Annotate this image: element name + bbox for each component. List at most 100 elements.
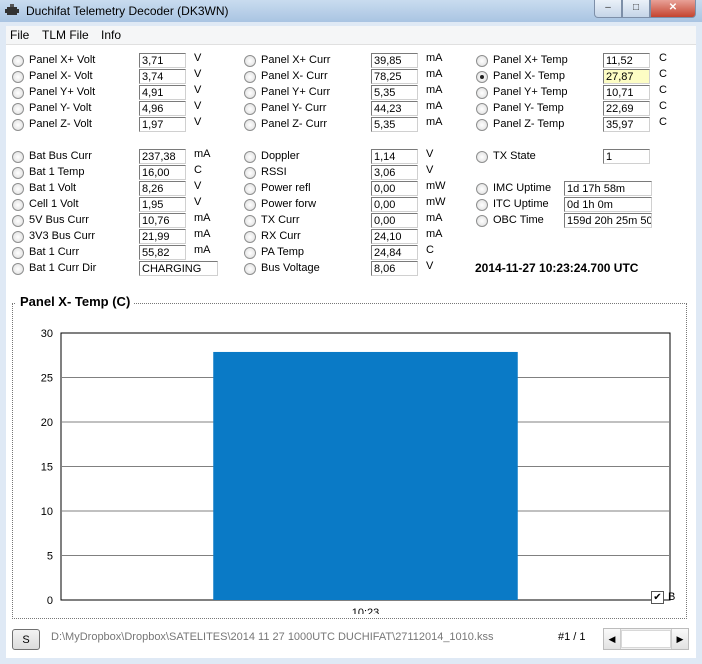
unit-panel-z-curr: mA: [426, 116, 443, 128]
label-obc-time: OBC Time: [493, 214, 544, 226]
bar-chart: 0 5 10 15 20 25 30 10:23: [41, 328, 671, 614]
radio-bat-bus-curr[interactable]: [12, 151, 24, 163]
radio-panel-y-curr[interactable]: [244, 103, 256, 115]
unit-bat-1-curr: mA: [194, 244, 211, 256]
value-tx-curr: 0,00: [371, 213, 418, 228]
value-panel-y-temp: 10,71: [603, 85, 650, 100]
value-panel-z-curr: 5,35: [371, 117, 418, 132]
radio-panel-x-temp[interactable]: [476, 71, 488, 83]
value-doppler: 1,14: [371, 149, 418, 164]
label-panel-y-temp: Panel Y+ Temp: [493, 86, 568, 98]
radio-panel-z-curr[interactable]: [244, 119, 256, 131]
label-doppler: Doppler: [261, 150, 300, 162]
radio-bus-voltage[interactable]: [244, 263, 256, 275]
value-bat-bus-curr: 237,38: [139, 149, 186, 164]
radio-panel-x-temp[interactable]: [476, 55, 488, 67]
radio-rssi[interactable]: [244, 167, 256, 179]
value-itc-uptime: 0d 1h 0m: [564, 197, 652, 212]
title-bar[interactable]: Duchifat Telemetry Decoder (DK3WN) – □ ✕: [0, 0, 702, 22]
radio-itc-uptime[interactable]: [476, 199, 488, 211]
minimize-button[interactable]: –: [594, 0, 622, 18]
radio-panel-x-volt[interactable]: [12, 55, 24, 67]
y-tick-label: 25: [41, 373, 53, 385]
radio-panel-x-volt[interactable]: [12, 71, 24, 83]
menu-tlm-file[interactable]: TLM File: [42, 28, 89, 42]
unit-3v3-bus-curr: mA: [194, 228, 211, 240]
value-power-forw: 0,00: [371, 197, 418, 212]
label-panel-x-volt: Panel X+ Volt: [29, 54, 96, 66]
unit-panel-x-volt: V: [194, 52, 202, 64]
value-bat-1-curr-dir: CHARGING: [139, 261, 218, 276]
unit-panel-x-temp: C: [659, 68, 667, 80]
label-rx-curr: RX Curr: [261, 230, 301, 242]
radio-panel-y-curr[interactable]: [244, 87, 256, 99]
unit-bat-bus-curr: mA: [194, 148, 211, 160]
radio-panel-x-curr[interactable]: [244, 71, 256, 83]
radio-tx-curr[interactable]: [244, 215, 256, 227]
unit-bus-voltage: V: [426, 260, 434, 272]
radio-panel-x-curr[interactable]: [244, 55, 256, 67]
radio-bat-1-volt[interactable]: [12, 183, 24, 195]
value-bus-voltage: 8,06: [371, 261, 418, 276]
label-panel-y-curr: Panel Y+ Curr: [261, 86, 331, 98]
unit-bat-1-volt: V: [194, 180, 202, 192]
close-button[interactable]: ✕: [650, 0, 696, 18]
radio-bat-1-curr-dir[interactable]: [12, 263, 24, 275]
label-cell-1-volt: Cell 1 Volt: [29, 198, 79, 210]
value-panel-y-volt: 4,91: [139, 85, 186, 100]
label-bat-1-curr-dir: Bat 1 Curr Dir: [29, 262, 97, 274]
menu-file[interactable]: File: [10, 28, 29, 42]
radio-panel-y-temp[interactable]: [476, 87, 488, 99]
scroll-right-icon[interactable]: ▶: [671, 629, 688, 649]
app-icon: [5, 4, 19, 15]
radio-bat-1-temp[interactable]: [12, 167, 24, 179]
radio-tx-state[interactable]: [476, 151, 488, 163]
radio-3v3-bus-curr[interactable]: [12, 231, 24, 243]
radio-5v-bus-curr[interactable]: [12, 215, 24, 227]
radio-panel-y-temp[interactable]: [476, 103, 488, 115]
legend-checkbox-label: B: [668, 591, 676, 603]
scroll-thumb[interactable]: [621, 630, 671, 648]
radio-panel-z-temp[interactable]: [476, 119, 488, 131]
label-bus-voltage: Bus Voltage: [261, 262, 320, 274]
label-bat-1-temp: Bat 1 Temp: [29, 166, 85, 178]
timestamp-utc: 2014-11-27 10:23:24.700 UTC: [475, 261, 639, 275]
radio-obc-time[interactable]: [476, 215, 488, 227]
radio-doppler[interactable]: [244, 151, 256, 163]
radio-imc-uptime[interactable]: [476, 183, 488, 195]
radio-rx-curr[interactable]: [244, 231, 256, 243]
label-imc-uptime: IMC Uptime: [493, 182, 552, 194]
radio-bat-1-curr[interactable]: [12, 247, 24, 259]
label-panel-x-curr: Panel X- Curr: [261, 70, 328, 82]
radio-power-forw[interactable]: [244, 199, 256, 211]
radio-power-refl[interactable]: [244, 183, 256, 195]
bar: [213, 351, 518, 600]
value-panel-y-curr: 5,35: [371, 85, 418, 100]
label-panel-x-temp: Panel X+ Temp: [493, 54, 568, 66]
radio-cell-1-volt[interactable]: [12, 199, 24, 211]
menu-info[interactable]: Info: [101, 28, 121, 42]
unit-rssi: V: [426, 164, 434, 176]
label-panel-z-volt: Panel Z- Volt: [29, 118, 92, 130]
value-imc-uptime: 1d 17h 58m: [564, 181, 652, 196]
radio-panel-z-volt[interactable]: [12, 119, 24, 131]
value-panel-x-temp: 27,87: [603, 69, 650, 84]
value-tx-state: 1: [603, 149, 650, 164]
unit-power-forw: mW: [426, 196, 446, 208]
label-panel-y-volt: Panel Y+ Volt: [29, 86, 96, 98]
label-panel-z-curr: Panel Z- Curr: [261, 118, 328, 130]
y-tick-label: 10: [41, 506, 53, 518]
unit-panel-y-temp: C: [659, 84, 667, 96]
record-scrollbar[interactable]: ◀ ▶: [603, 628, 689, 650]
unit-5v-bus-curr: mA: [194, 212, 211, 224]
radio-panel-y-volt[interactable]: [12, 87, 24, 99]
maximize-button[interactable]: □: [622, 0, 650, 18]
label-panel-x-volt: Panel X- Volt: [29, 70, 93, 82]
radio-pa-temp[interactable]: [244, 247, 256, 259]
s-button[interactable]: S: [12, 629, 40, 650]
radio-panel-y-volt[interactable]: [12, 103, 24, 115]
legend-checkbox[interactable]: ✔: [651, 591, 664, 604]
scroll-left-icon[interactable]: ◀: [604, 629, 621, 649]
value-rssi: 3,06: [371, 165, 418, 180]
unit-tx-curr: mA: [426, 212, 443, 224]
